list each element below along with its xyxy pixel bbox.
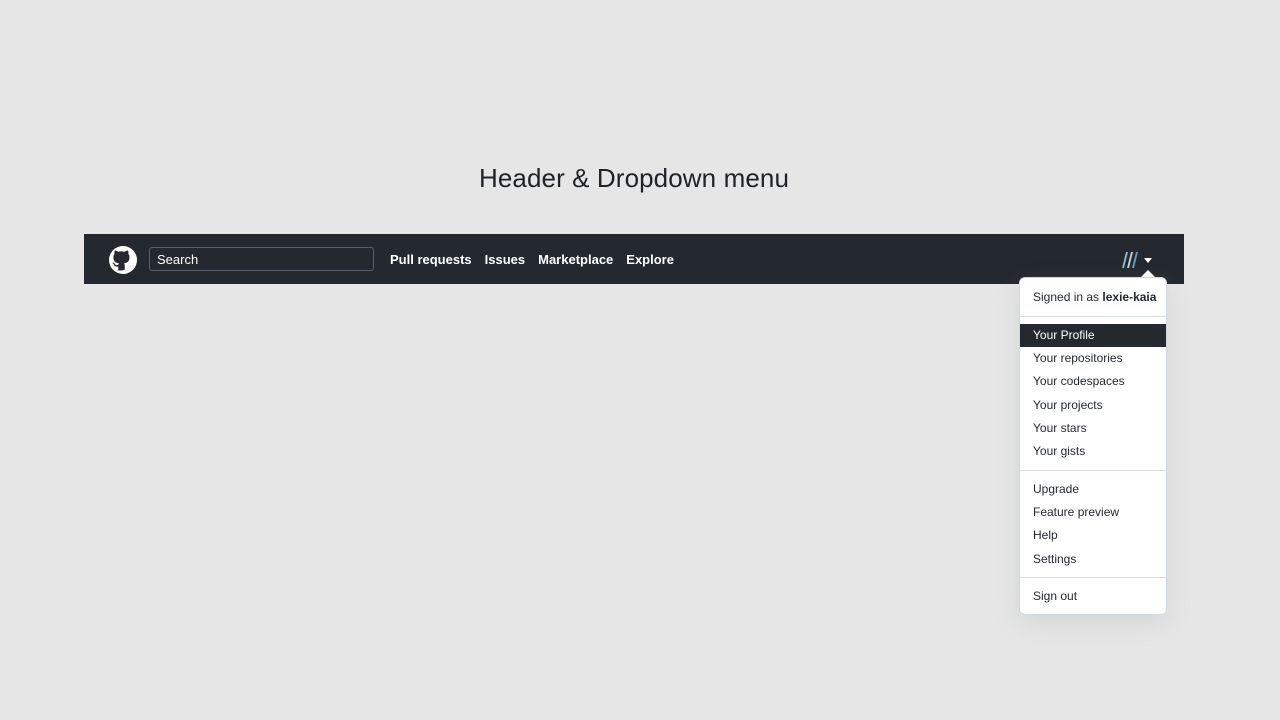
menu-divider: [1020, 316, 1166, 317]
menu-item-help[interactable]: Help: [1020, 524, 1166, 547]
dropdown-pointer: [1141, 270, 1155, 277]
menu-item-your-codespaces[interactable]: Your codespaces: [1020, 370, 1166, 393]
signed-in-prefix: Signed in as: [1033, 290, 1100, 304]
menu-item-settings[interactable]: Settings: [1020, 548, 1166, 571]
menu-item-your-profile[interactable]: Your Profile: [1020, 324, 1166, 347]
user-dropdown-menu: Signed in as lexie-kaia Your Profile You…: [1019, 277, 1167, 615]
signed-in-status: Signed in as lexie-kaia: [1033, 290, 1156, 304]
nav-explore[interactable]: Explore: [626, 252, 674, 267]
menu-item-sign-out[interactable]: Sign out: [1020, 585, 1166, 608]
search-input[interactable]: [149, 247, 374, 271]
signed-in-username: lexie-kaia: [1102, 290, 1157, 304]
page-heading: Header & Dropdown menu: [478, 163, 790, 193]
menu-divider: [1020, 470, 1166, 471]
menu-item-your-gists[interactable]: Your gists: [1020, 440, 1166, 463]
primary-nav: Pull requests Issues Marketplace Explore: [390, 234, 687, 284]
menu-item-feature-preview[interactable]: Feature preview: [1020, 501, 1166, 524]
github-logo-icon[interactable]: [109, 246, 137, 274]
nav-issues[interactable]: Issues: [485, 252, 525, 267]
avatar[interactable]: [1120, 250, 1138, 268]
nav-marketplace[interactable]: Marketplace: [538, 252, 613, 267]
caret-down-icon: [1144, 257, 1152, 263]
menu-divider: [1020, 577, 1166, 578]
menu-item-your-projects[interactable]: Your projects: [1020, 394, 1166, 417]
nav-pull-requests[interactable]: Pull requests: [390, 252, 472, 267]
user-menu-toggle[interactable]: [1120, 250, 1152, 268]
menu-item-upgrade[interactable]: Upgrade: [1020, 478, 1166, 501]
menu-item-your-stars[interactable]: Your stars: [1020, 417, 1166, 440]
app-header: Pull requests Issues Marketplace Explore: [84, 234, 1184, 284]
menu-item-your-repositories[interactable]: Your repositories: [1020, 347, 1166, 370]
